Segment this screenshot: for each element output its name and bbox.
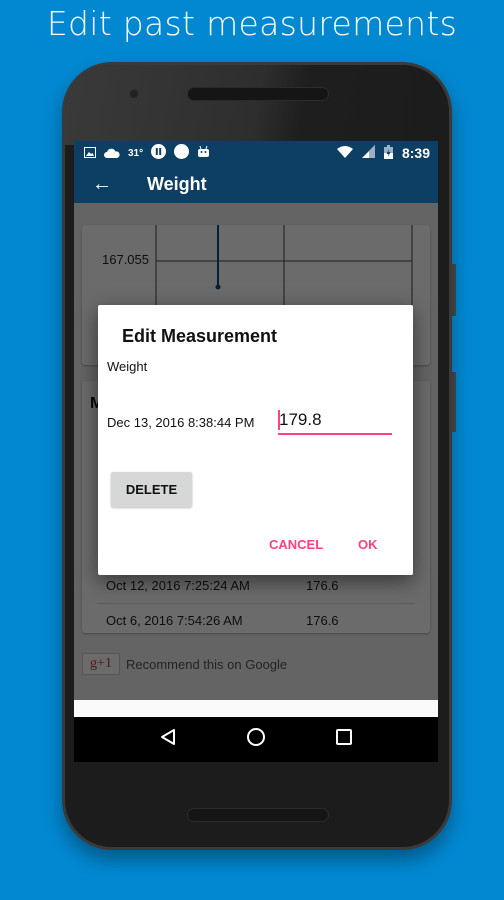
text-cursor [278, 410, 280, 430]
back-arrow-icon[interactable]: ← [92, 173, 147, 196]
power-button [452, 264, 456, 316]
recents-nav-icon[interactable] [335, 728, 353, 751]
cancel-button[interactable]: CANCEL [269, 537, 323, 552]
headline: Edit past measurements [46, 4, 458, 43]
wifi-icon [336, 145, 353, 161]
top-speaker [187, 87, 329, 101]
measurement-date: Dec 13, 2016 8:38:44 PM [107, 415, 255, 430]
pause-icon [151, 144, 167, 162]
clock: 8:39 [401, 145, 430, 161]
status-bar: 31° 8:39 [74, 141, 438, 165]
image-icon [84, 146, 96, 161]
dialog-title: Edit Measurement [122, 326, 278, 346]
temperature: 31° [128, 147, 144, 159]
android-icon [197, 145, 210, 161]
navigation-bar [74, 717, 438, 762]
battery-icon [383, 144, 393, 162]
ok-button[interactable]: OK [358, 537, 378, 552]
edit-measurement-dialog: Edit Measurement Weight Dec 13, 2016 8:3… [98, 305, 413, 575]
volume-button [452, 372, 456, 432]
delete-button[interactable]: DELETE [111, 472, 192, 507]
home-nav-icon[interactable] [246, 727, 266, 752]
back-nav-icon[interactable] [159, 728, 177, 751]
measurement-label: Weight [107, 359, 148, 374]
signal-icon [361, 145, 375, 161]
camera-icon [129, 89, 139, 99]
cloud-icon [104, 146, 120, 161]
app-bar: ← Weight [74, 165, 438, 203]
phone-screen: 31° 8:39 ← Weight Edit Measurement Weigh… [74, 141, 438, 762]
circle-icon [174, 144, 190, 162]
measurement-value-input[interactable] [278, 407, 392, 435]
bottom-speaker [187, 808, 329, 822]
page-title: Weight [147, 173, 207, 194]
